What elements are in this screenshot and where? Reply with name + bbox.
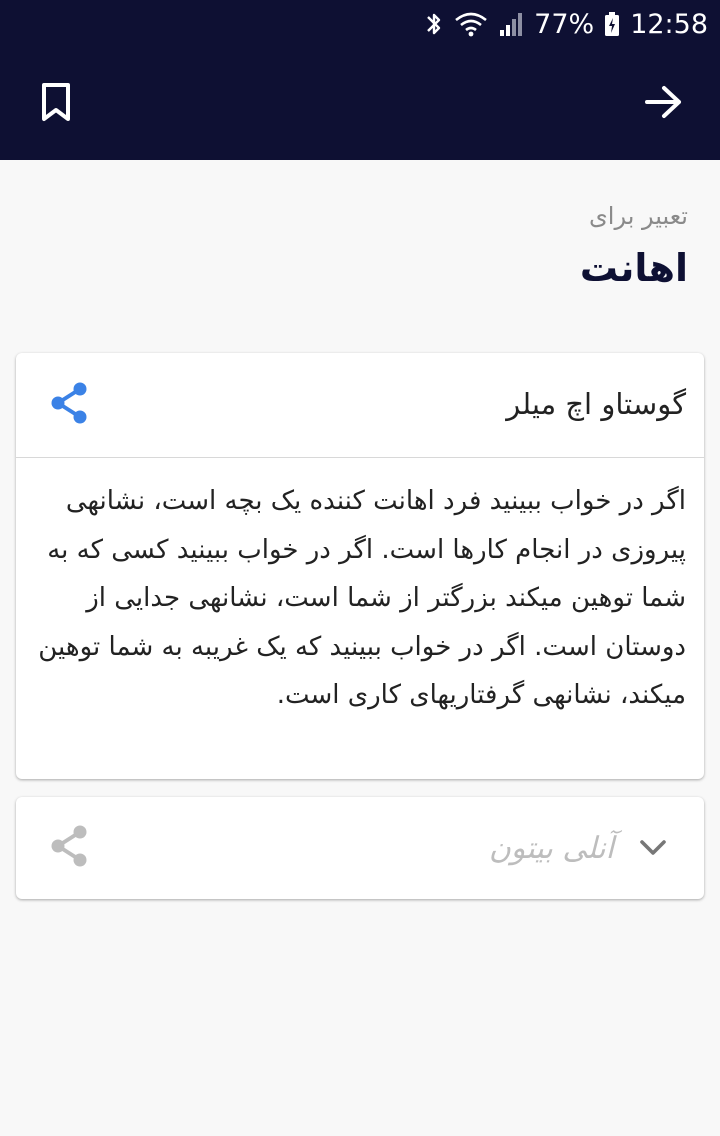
page-title: اهانت: [579, 246, 688, 290]
back-button[interactable]: [630, 70, 698, 138]
clock: 12:58: [630, 8, 708, 40]
card-header[interactable]: گوستاو اچ میلر: [16, 353, 704, 458]
share-icon: [48, 381, 90, 429]
page-subtitle: تعبیر برای: [589, 202, 688, 230]
battery-percent: 77%: [534, 8, 595, 40]
interpretation-card: گوستاو اچ میلر اگر در خواب ببینید فرد اه…: [16, 353, 704, 779]
arrow-right-icon: [644, 84, 684, 124]
signal-icon: [498, 10, 524, 38]
wifi-icon: [454, 10, 488, 38]
share-icon: [48, 824, 90, 872]
status-bar: 77% 12:58: [0, 0, 720, 48]
chevron-down-icon: [638, 833, 668, 863]
share-button[interactable]: [46, 382, 92, 428]
bookmark-button[interactable]: [22, 70, 90, 138]
interpretation-card-collapsed[interactable]: آنلی بیتون: [16, 797, 704, 899]
app-header: 77% 12:58: [0, 0, 720, 160]
bluetooth-icon: [424, 10, 444, 38]
card-body-text: اگر در خواب ببینید فرد اهانت کننده یک بچ…: [38, 486, 686, 710]
battery-icon: [604, 10, 620, 38]
bookmark-icon: [39, 82, 73, 126]
toolbar: [0, 48, 720, 160]
share-button[interactable]: [46, 825, 92, 871]
card-author: آنلی بیتون: [488, 831, 614, 866]
card-author: گوستاو اچ میلر: [506, 387, 686, 421]
